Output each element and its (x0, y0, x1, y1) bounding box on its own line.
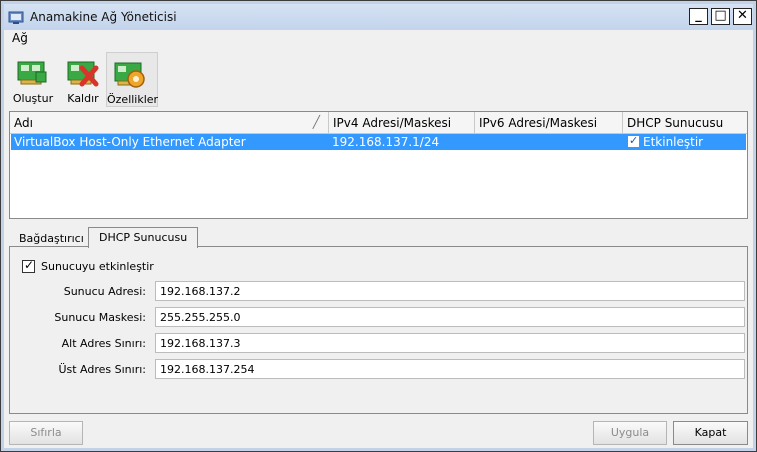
upper-bound-label: Üst Adres Sınırı: (58, 363, 146, 376)
ipv4-cell: 192.168.137.1/24 (332, 135, 440, 149)
remove-button[interactable]: Kaldır (60, 52, 106, 107)
dhcp-cell-label: Etkinleştir (643, 135, 704, 149)
create-label: Oluştur (12, 92, 54, 105)
adapter-table: Adı ╱ IPv4 Adresi/Maskesi IPv6 Adresi/Ma… (9, 111, 748, 219)
lower-bound-input[interactable] (155, 333, 745, 353)
properties-button[interactable]: Özellikler (106, 52, 158, 107)
table-row[interactable]: VirtualBox Host-Only Ethernet Adapter 19… (11, 134, 746, 150)
enable-server-row[interactable]: Sunucuyu etkinleştir (22, 258, 154, 273)
close-window-button[interactable]: ✕ (733, 8, 752, 25)
minimize-button[interactable]: _ (689, 8, 708, 25)
title-bar[interactable]: Anamakine Ağ Yöneticisi _ □ ✕ (4, 4, 753, 30)
network-manager-window: Anamakine Ağ Yöneticisi _ □ ✕ Ağ Oluştur (0, 0, 757, 452)
tab-dhcp-server[interactable]: DHCP Sunucusu (88, 227, 199, 248)
server-address-input[interactable] (155, 281, 745, 301)
window-title: Anamakine Ağ Yöneticisi (30, 10, 177, 24)
adapter-name-cell: VirtualBox Host-Only Ethernet Adapter (14, 135, 246, 149)
apply-button[interactable]: Uygula (593, 421, 667, 445)
enable-server-label: Sunucuyu etkinleştir (41, 260, 154, 273)
lower-bound-label: Alt Adres Sınırı: (61, 337, 146, 350)
menu-bar: Ağ (4, 30, 753, 48)
server-mask-label: Sunucu Maskesi: (54, 311, 146, 324)
server-address-label: Sunucu Adresi: (63, 285, 146, 298)
column-header-ipv6[interactable]: IPv6 Adresi/Maskesi (475, 112, 623, 134)
remove-label: Kaldır (67, 92, 99, 105)
enable-server-checkbox[interactable] (22, 258, 35, 273)
maximize-button[interactable]: □ (711, 8, 730, 25)
dhcp-panel: Sunucuyu etkinleştir Sunucu Adresi: Sunu… (9, 246, 748, 414)
table-header: Adı ╱ IPv4 Adresi/Maskesi IPv6 Adresi/Ma… (10, 112, 747, 134)
upper-bound-input[interactable] (155, 359, 745, 379)
close-button[interactable]: Kapat (673, 421, 748, 445)
column-name-label: Adı (14, 116, 33, 130)
properties-label: Özellikler (107, 93, 159, 106)
create-button[interactable]: Oluştur (10, 52, 56, 107)
column-header-dhcp[interactable]: DHCP Sunucusu (623, 112, 747, 134)
dhcp-enabled-checkbox[interactable] (628, 134, 639, 147)
network-card-add-icon (17, 61, 47, 85)
reset-button[interactable]: Sıfırla (9, 421, 83, 445)
server-mask-input[interactable] (155, 307, 745, 327)
network-card-properties-icon (114, 62, 145, 88)
dhcp-cell[interactable]: Etkinleştir (628, 134, 704, 149)
toolbar: Oluştur Kaldır Özellikler (4, 49, 753, 109)
menu-network[interactable]: Ağ (12, 31, 28, 45)
network-manager-icon (8, 11, 24, 24)
column-header-name[interactable]: Adı ╱ (10, 112, 329, 134)
network-card-remove-icon (67, 61, 99, 87)
column-header-ipv4[interactable]: IPv4 Adresi/Maskesi (329, 112, 475, 134)
sort-indicator-icon: ╱ (312, 115, 320, 129)
